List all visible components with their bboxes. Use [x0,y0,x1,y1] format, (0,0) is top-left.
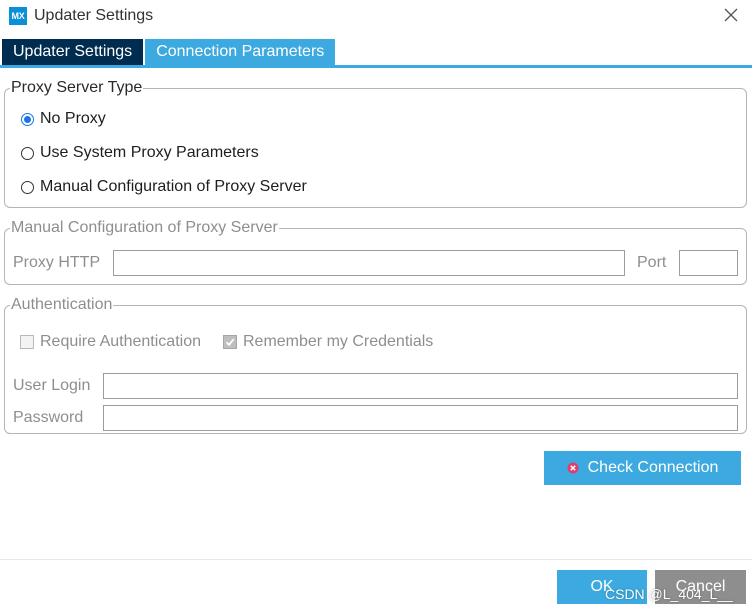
radio-button-selected[interactable] [21,112,34,126]
check-connection-label: Check Connection [587,459,719,476]
radio-no-proxy[interactable]: No Proxy [21,110,106,128]
require-auth-checkbox-row[interactable]: Require Authentication [20,333,201,351]
error-circle-icon [567,462,579,474]
password-input[interactable] [103,405,738,431]
checkmark-icon [225,338,235,347]
proxy-http-label: Proxy HTTP [13,254,101,271]
proxy-type-group: Proxy Server Type No Proxy Use System Pr… [4,78,747,208]
radio-manual-proxy[interactable]: Manual Configuration of Proxy Server [21,178,307,196]
radio-button[interactable] [21,180,34,194]
user-login-input[interactable] [103,373,738,399]
password-label: Password [13,409,84,426]
proxy-http-input[interactable] [113,250,625,276]
app-logo-icon: MX [9,7,27,25]
authentication-group: Authentication Require Authentication Re… [4,295,747,434]
window-title: Updater Settings [34,7,154,24]
footer-divider [0,559,752,560]
remember-credentials-label: Remember my Credentials [243,333,434,350]
port-input[interactable] [679,250,738,276]
remember-credentials-checkbox[interactable] [223,335,237,349]
radio-label: Manual Configuration of Proxy Server [40,178,307,195]
radio-button[interactable] [21,146,34,160]
tab-updater-settings[interactable]: Updater Settings [2,39,144,65]
cancel-button[interactable]: Cancel [655,570,746,604]
ok-button[interactable]: OK [557,570,647,604]
user-login-label: User Login [13,377,91,394]
radio-label: No Proxy [40,110,106,127]
manual-config-group: Manual Configuration of Proxy Server Pro… [4,218,747,285]
proxy-type-legend: Proxy Server Type [10,78,144,98]
manual-config-legend: Manual Configuration of Proxy Server [10,218,279,238]
close-icon[interactable] [724,8,738,22]
radio-system-proxy[interactable]: Use System Proxy Parameters [21,144,259,162]
content-panel: Proxy Server Type No Proxy Use System Pr… [0,68,752,559]
check-connection-button[interactable]: Check Connection [544,451,741,485]
port-label: Port [637,254,667,271]
require-auth-checkbox[interactable] [20,335,34,349]
tab-connection-parameters[interactable]: Connection Parameters [145,39,336,65]
require-auth-label: Require Authentication [40,333,201,350]
authentication-legend: Authentication [10,295,114,315]
remember-credentials-checkbox-row[interactable]: Remember my Credentials [223,333,433,351]
tab-bar: Updater Settings Connection Parameters [2,39,336,65]
title-bar: MX Updater Settings [0,0,752,34]
radio-label: Use System Proxy Parameters [40,144,259,161]
